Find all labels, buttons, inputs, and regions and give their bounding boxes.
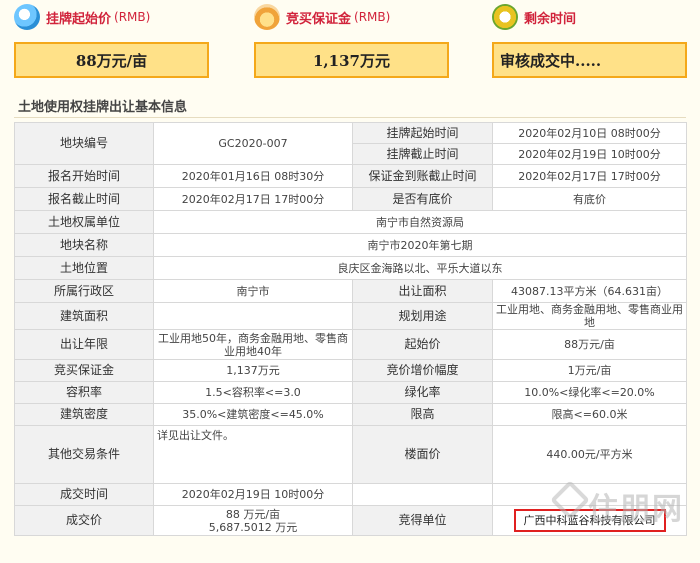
owner-label: 土地权属单位: [14, 210, 154, 234]
build-area: [153, 302, 353, 330]
deal-price-label: 成交价: [14, 505, 154, 536]
deal-time-label: 成交时间: [14, 483, 154, 506]
far-label: 容积率: [14, 381, 154, 404]
other: 详见出让文件。: [153, 425, 353, 484]
area: 43087.13平方米（64.631亩）: [492, 279, 687, 303]
start-price-unit: (RMB): [114, 10, 151, 24]
planned-use: 工业用地、商务金融用地、零售商业用地: [492, 302, 687, 330]
area-label: 出让面积: [352, 279, 493, 303]
deal-price: 88 万元/亩 5,687.5012 万元: [153, 505, 353, 536]
table-row: 竞买保证金 1,137万元 竞价增价幅度 1万元/亩: [14, 359, 687, 382]
time-panel: 剩余时间 审核成交中.....: [492, 0, 687, 78]
planned-use-label: 规划用途: [352, 302, 493, 330]
clock-icon: [492, 4, 518, 30]
start-price-value: 88万元/亩: [14, 42, 209, 78]
listing-end-label: 挂牌截止时间: [352, 143, 493, 165]
deposit-icon: [254, 4, 280, 30]
increment-label: 竞价增价幅度: [352, 359, 493, 382]
time-value: 审核成交中.....: [492, 42, 687, 78]
table-row: 其他交易条件 详见出让文件。 楼面价 440.00元/平方米: [14, 425, 687, 484]
term-label: 出让年限: [14, 329, 154, 360]
deal-price-total: 5,687.5012 万元: [208, 520, 298, 534]
green: 10.0%<绿化率<=20.0%: [492, 381, 687, 404]
money-icon: [14, 4, 40, 30]
district-label: 所属行政区: [14, 279, 154, 303]
deposit-deadline-label: 保证金到账截止时间: [352, 164, 493, 188]
density: 35.0%<建筑密度<=45.0%: [153, 403, 353, 426]
height: 限高<=60.0米: [492, 403, 687, 426]
plot-name-label: 地块名称: [14, 233, 154, 257]
listing-end: 2020年02月19日 10时00分: [492, 143, 687, 165]
table-row: 建筑面积 规划用途 工业用地、商务金融用地、零售商业用地: [14, 302, 687, 330]
green-label: 绿化率: [352, 381, 493, 404]
increment: 1万元/亩: [492, 359, 687, 382]
reg-end-label: 报名截止时间: [14, 187, 154, 211]
plot-no-label: 地块编号: [14, 122, 154, 165]
table-row: 地块编号 GC2020-007 挂牌起始时间 2020年02月10日 08时00…: [14, 122, 687, 165]
listing-start-label: 挂牌起始时间: [352, 122, 493, 144]
district: 南宁市: [153, 279, 353, 303]
location-label: 土地位置: [14, 256, 154, 280]
table-row: 报名开始时间 2020年01月16日 08时30分 保证金到账截止时间 2020…: [14, 164, 687, 188]
time-label: 剩余时间: [524, 11, 577, 27]
table-row: 报名截止时间 2020年02月17日 17时00分 是否有底价 有底价: [14, 187, 687, 211]
owner: 南宁市自然资源局: [153, 210, 687, 234]
table-row: 容积率 1.5<容积率<=3.0 绿化率 10.0%<绿化率<=20.0%: [14, 381, 687, 404]
table-row: 所属行政区 南宁市 出让面积 43087.13平方米（64.631亩）: [14, 279, 687, 303]
reserve-label: 是否有底价: [352, 187, 493, 211]
start-price-label: 挂牌起始价: [46, 11, 112, 27]
build-area-label: 建筑面积: [14, 302, 154, 330]
deal-time: 2020年02月19日 10时00分: [153, 483, 353, 506]
plot-name: 南宁市2020年第七期: [153, 233, 687, 257]
section-title: 土地使用权挂牌出让基本信息: [18, 100, 188, 115]
other-label: 其他交易条件: [14, 425, 154, 484]
location: 良庆区金海路以北、平乐大道以东: [153, 256, 687, 280]
density-label: 建筑密度: [14, 403, 154, 426]
divider: [14, 117, 686, 118]
watermark: 住朋网: [588, 492, 684, 527]
listing-start: 2020年02月10日 08时00分: [492, 122, 687, 144]
table-row: 成交价 88 万元/亩 5,687.5012 万元 竞得单位 广西中科蓝谷科技有…: [14, 505, 687, 536]
bid-deposit-label: 竞买保证金: [14, 359, 154, 382]
table-row: 土地位置 良庆区金海路以北、平乐大道以东: [14, 256, 687, 280]
floor-price-label: 楼面价: [352, 425, 493, 484]
far: 1.5<容积率<=3.0: [153, 381, 353, 404]
winner-label: 竞得单位: [352, 505, 493, 536]
land-info-table: 地块编号 GC2020-007 挂牌起始时间 2020年02月10日 08时00…: [14, 122, 687, 536]
deposit-value: 1,137万元: [254, 42, 449, 78]
table-row: 地块名称 南宁市2020年第七期: [14, 233, 687, 257]
deposit-panel: 竞买保证金 (RMB) 1,137万元: [254, 0, 449, 78]
table-row: 出让年限 工业用地50年，商务金融用地、零售商业用地40年 起始价 88万元/亩: [14, 329, 687, 360]
reg-start: 2020年01月16日 08时30分: [153, 164, 353, 188]
start-price: 88万元/亩: [492, 329, 687, 360]
table-row: 建筑密度 35.0%<建筑密度<=45.0% 限高 限高<=60.0米: [14, 403, 687, 426]
bid-deposit: 1,137万元: [153, 359, 353, 382]
table-row: 土地权属单位 南宁市自然资源局: [14, 210, 687, 234]
deposit-deadline: 2020年02月17日 17时00分: [492, 164, 687, 188]
reg-start-label: 报名开始时间: [14, 164, 154, 188]
start-price-panel: 挂牌起始价 (RMB) 88万元/亩: [14, 0, 209, 78]
plot-no: GC2020-007: [153, 122, 353, 165]
reserve: 有底价: [492, 187, 687, 211]
start-price-label: 起始价: [352, 329, 493, 360]
deposit-label: 竞买保证金: [286, 11, 352, 27]
summary-bar: 挂牌起始价 (RMB) 88万元/亩 竞买保证金 (RMB) 1,137万元 剩…: [0, 0, 700, 90]
reg-end: 2020年02月17日 17时00分: [153, 187, 353, 211]
deposit-unit: (RMB): [354, 10, 391, 24]
floor-price: 440.00元/平方米: [492, 425, 687, 484]
height-label: 限高: [352, 403, 493, 426]
term: 工业用地50年，商务金融用地、零售商业用地40年: [153, 329, 353, 360]
deal-price-per-mu: 88 万元/亩: [225, 507, 281, 521]
